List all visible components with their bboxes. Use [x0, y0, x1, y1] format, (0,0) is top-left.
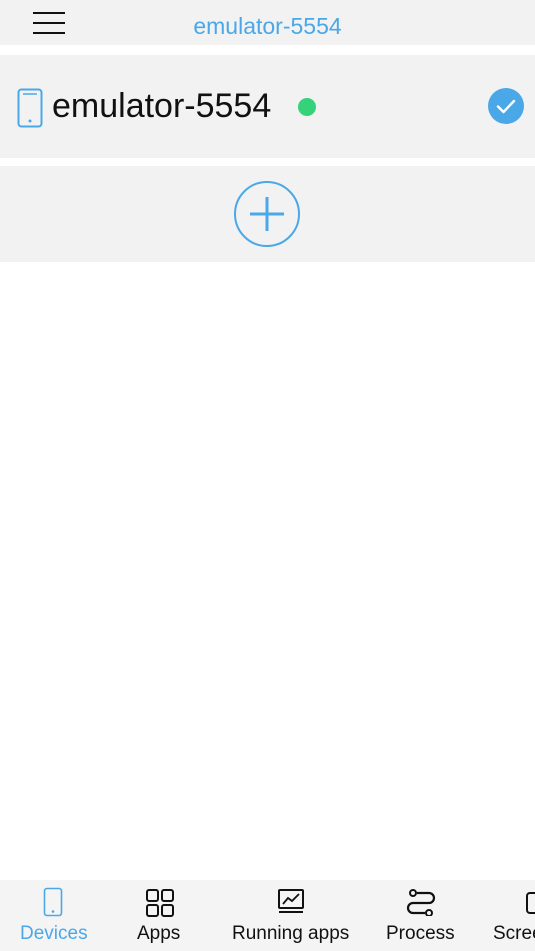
nav-label-running-apps: Running apps — [232, 923, 350, 944]
device-list-item[interactable]: emulator-5554 — [0, 55, 535, 158]
top-app-bar: emulator-5554 — [0, 0, 535, 45]
device-name: emulator-5554 — [52, 87, 272, 125]
nav-tab-apps[interactable]: Apps — [120, 880, 200, 951]
nav-label-screen: Screen — [493, 923, 535, 944]
grid-icon — [146, 889, 174, 917]
plus-circle-icon — [234, 181, 300, 247]
nav-tab-screen[interactable]: Screen — [490, 880, 535, 951]
status-online-indicator — [298, 98, 316, 116]
screen-icon — [526, 892, 535, 914]
chart-icon — [278, 889, 304, 913]
menu-button[interactable] — [22, 0, 76, 45]
nav-label-devices: Devices — [20, 923, 88, 944]
phone-icon — [17, 88, 43, 128]
add-device-panel — [0, 166, 535, 262]
page-title: emulator-5554 — [193, 13, 342, 39]
nav-tab-process[interactable]: Process — [380, 880, 470, 951]
nav-tab-running-apps[interactable]: Running apps — [225, 880, 360, 951]
nav-label-process: Process — [386, 923, 455, 944]
phone-icon — [43, 887, 63, 917]
nav-tab-devices[interactable]: Devices — [10, 880, 98, 951]
process-icon — [406, 889, 436, 916]
check-circle-icon[interactable] — [488, 88, 524, 124]
add-device-button[interactable] — [233, 180, 301, 248]
bottom-navigation: Devices Apps Running apps Process Scree — [0, 880, 535, 951]
nav-label-apps: Apps — [137, 923, 181, 944]
hamburger-menu-icon — [33, 11, 65, 34]
